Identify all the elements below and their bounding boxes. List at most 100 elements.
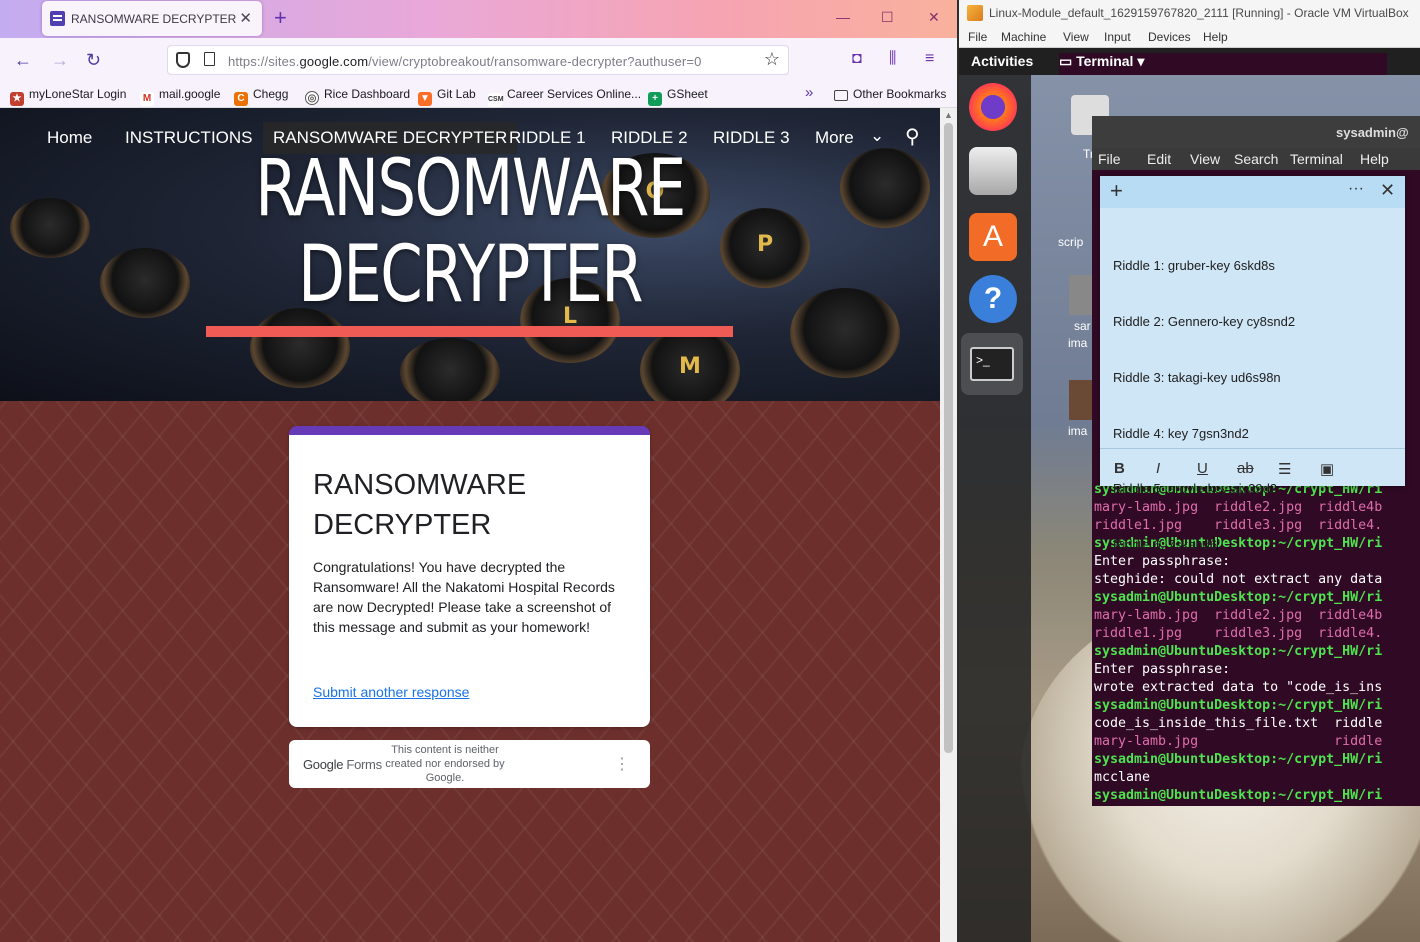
search-icon[interactable]: ⚲ bbox=[905, 124, 920, 149]
bookmark-label: Chegg bbox=[253, 87, 289, 101]
bookmark-gsheet[interactable]: + GSheet bbox=[648, 87, 708, 106]
activities-button[interactable]: Activities bbox=[971, 53, 1033, 69]
bookmark-star-icon[interactable]: ☆ bbox=[764, 49, 780, 70]
scrollbar-thumb[interactable] bbox=[944, 123, 953, 753]
more-options-icon[interactable]: ··· bbox=[1348, 180, 1364, 198]
google-forms-footer: Google Forms This content is neither cre… bbox=[289, 740, 650, 788]
text-cursor bbox=[1217, 537, 1219, 552]
bookmark-label: Rice Dashboard bbox=[324, 87, 411, 101]
close-icon[interactable]: ✕ bbox=[1380, 180, 1395, 201]
google-forms-logo[interactable]: Google Forms bbox=[303, 757, 382, 772]
page-icon[interactable] bbox=[204, 52, 215, 66]
shield-icon[interactable] bbox=[176, 52, 190, 68]
bookmark-label: mail.google bbox=[159, 87, 221, 101]
gmail-icon: M bbox=[140, 92, 154, 106]
note-line: Riddle 6: 7skahd6 bbox=[1113, 537, 1218, 553]
forward-icon[interactable]: → bbox=[51, 50, 69, 71]
vbox-menu-input[interactable]: Input bbox=[1104, 30, 1131, 44]
google-sites-icon bbox=[50, 11, 65, 26]
bookmark-chegg[interactable]: C Chegg bbox=[234, 87, 288, 106]
minimize-icon[interactable]: — bbox=[836, 9, 850, 25]
image-icon[interactable]: ▣ bbox=[1320, 460, 1334, 478]
terminal-titlebar: sysadmin@ bbox=[1092, 116, 1420, 148]
sticky-note-body[interactable]: Riddle 1: gruber-key 6skd8s Riddle 2: Ge… bbox=[1113, 220, 1393, 592]
vbox-menu-file[interactable]: File bbox=[968, 30, 987, 44]
terminal-line: sysadmin@UbuntuDesktop:~/crypt_HW/ri bbox=[1094, 788, 1383, 803]
virtualbox-title: Linux-Module_default_1629159767820_2111 … bbox=[989, 6, 1409, 20]
note-line-active: Riddle 6: 7skahd6 bbox=[1113, 536, 1393, 555]
term-menu-edit[interactable]: Edit bbox=[1147, 151, 1171, 167]
disclaimer-text: This content is neither created nor endo… bbox=[385, 744, 505, 784]
sticky-note-window[interactable]: + ··· ✕ Riddle 1: gruber-key 6skd8s Ridd… bbox=[1100, 176, 1405, 552]
strikethrough-icon[interactable]: ab bbox=[1237, 460, 1254, 477]
help-icon[interactable]: ? bbox=[969, 275, 1017, 323]
term-menu-view[interactable]: View bbox=[1190, 151, 1220, 167]
url-text[interactable]: https://sites.google.com/view/cryptobrea… bbox=[228, 54, 702, 69]
sheets-icon: + bbox=[648, 92, 662, 106]
underline-icon[interactable]: U bbox=[1197, 460, 1208, 477]
software-store-icon[interactable]: A bbox=[969, 213, 1017, 261]
chegg-icon: C bbox=[234, 92, 248, 106]
tab-ransomware-decrypter[interactable]: RANSOMWARE DECRYPTER ✕ bbox=[42, 1, 262, 36]
nav-home[interactable]: Home bbox=[47, 128, 92, 148]
gnome-top-bar: Activities ▭ Terminal ▾ bbox=[959, 48, 1420, 743]
url-domain: google.com bbox=[299, 54, 369, 69]
page-scrollbar[interactable]: ▲ bbox=[940, 108, 957, 942]
more-options-icon[interactable]: ⋮ bbox=[614, 754, 630, 774]
italic-icon[interactable]: I bbox=[1156, 460, 1160, 477]
term-menu-terminal[interactable]: Terminal bbox=[1290, 151, 1343, 167]
close-window-icon[interactable]: ✕ bbox=[928, 9, 940, 26]
bookmark-mail[interactable]: Mmail.google bbox=[140, 87, 220, 106]
term-menu-search[interactable]: Search bbox=[1234, 151, 1278, 167]
folder-icon bbox=[834, 90, 848, 101]
terminal-dock-item[interactable]: >_ bbox=[961, 333, 1023, 395]
menu-icon[interactable]: ≡ bbox=[925, 50, 934, 68]
url-bar[interactable]: https://sites.google.com/view/cryptobrea… bbox=[167, 45, 789, 75]
bookmarks-overflow-icon[interactable]: » bbox=[805, 84, 813, 101]
confirmation-message: Congratulations! You have decrypted the … bbox=[313, 559, 615, 635]
terminal-line: mcclane bbox=[1094, 770, 1151, 785]
terminal-menubar: File Edit View Search Terminal Help bbox=[1092, 148, 1420, 170]
term-menu-help[interactable]: Help bbox=[1360, 151, 1389, 167]
browser-window: RANSOMWARE DECRYPTER ✕ + — ☐ ✕ ← → ↻ htt… bbox=[0, 0, 957, 942]
bookmark-myLoneStar[interactable]: ★ myLoneStar Login bbox=[10, 87, 126, 106]
vbox-menu-help[interactable]: Help bbox=[1203, 30, 1228, 44]
csm-icon: CSM bbox=[488, 93, 504, 107]
terminal-line: Enter passphrase: bbox=[1094, 662, 1231, 677]
virtualbox-titlebar: Linux-Module_default_1629159767820_2111 … bbox=[959, 0, 1420, 26]
url-prefix: https://sites. bbox=[228, 54, 300, 69]
back-icon[interactable]: ← bbox=[14, 50, 32, 71]
bullet-list-icon[interactable]: ☰ bbox=[1278, 460, 1291, 478]
bookmark-label: GSheet bbox=[667, 87, 708, 101]
sticky-note-header: + ··· ✕ bbox=[1100, 176, 1405, 208]
close-tab-icon[interactable]: ✕ bbox=[239, 9, 252, 27]
pocket-icon[interactable]: ◘ bbox=[852, 50, 862, 68]
firefox-icon[interactable] bbox=[969, 83, 1017, 131]
bookmark-gitlab[interactable]: ▼ Git Lab bbox=[418, 87, 476, 106]
terminal-title: sysadmin@ bbox=[1336, 125, 1409, 140]
files-icon[interactable] bbox=[969, 147, 1017, 195]
terminal-line: sysadmin@UbuntuDesktop:~/crypt_HW/ri bbox=[1094, 644, 1383, 659]
reload-icon[interactable]: ↻ bbox=[86, 50, 101, 71]
chevron-down-icon[interactable]: ⌄ bbox=[870, 126, 884, 146]
terminal-line: riddle1.jpg riddle3.jpg riddle4. bbox=[1094, 626, 1383, 641]
note-line: Riddle 3: takagi-key ud6s98n bbox=[1113, 369, 1281, 385]
vbox-menu-view[interactable]: View bbox=[1063, 30, 1089, 44]
library-icon[interactable]: ⫼ bbox=[889, 50, 896, 68]
logo-google: Google bbox=[303, 757, 344, 772]
term-menu-file[interactable]: File bbox=[1098, 151, 1121, 167]
hero-title-line-2: DECRYPTER bbox=[298, 230, 643, 320]
new-tab-button[interactable]: + bbox=[274, 5, 287, 31]
bold-icon[interactable]: B bbox=[1114, 460, 1125, 477]
vbox-menu-machine[interactable]: Machine bbox=[1001, 30, 1046, 44]
maximize-icon[interactable]: ☐ bbox=[881, 9, 894, 26]
bookmark-career[interactable]: CSM Career Services Online... bbox=[488, 87, 641, 107]
submit-another-response-link[interactable]: Submit another response bbox=[313, 684, 469, 700]
vbox-menu-devices[interactable]: Devices bbox=[1148, 30, 1191, 44]
bookmark-label: Git Lab bbox=[437, 87, 476, 101]
scroll-up-icon[interactable]: ▲ bbox=[944, 110, 953, 120]
terminal-line: sysadmin@UbuntuDesktop:~/crypt_HW/ri bbox=[1094, 752, 1383, 767]
other-bookmarks[interactable]: Other Bookmarks bbox=[834, 87, 946, 101]
bookmark-rice[interactable]: ◎ Rice Dashboard bbox=[305, 87, 410, 105]
add-note-icon[interactable]: + bbox=[1110, 178, 1123, 204]
